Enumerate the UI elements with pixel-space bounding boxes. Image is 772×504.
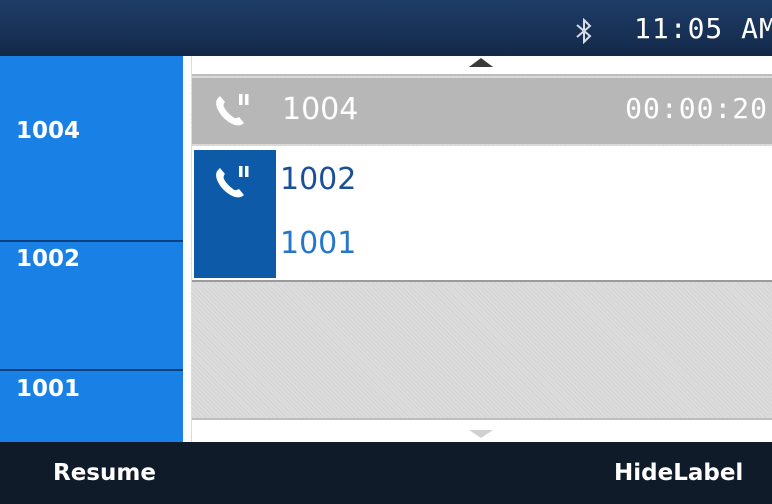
line-key-label: 1001 xyxy=(16,376,81,402)
line-key-label: 1002 xyxy=(16,246,81,272)
phone-call-icon xyxy=(216,166,249,198)
held-call-row[interactable]: 1004 00:00:20 xyxy=(192,78,772,144)
line-key-label: 1004 xyxy=(16,118,81,144)
held-call-number: 1004 xyxy=(282,92,359,127)
active-call-number: 1001 xyxy=(280,226,357,261)
line-key-1001[interactable]: 1001 xyxy=(0,314,183,442)
line-key-panel: 1004 1002 1001 xyxy=(0,56,183,442)
call-list-frame xyxy=(183,56,191,442)
status-time: 11:05 AM xyxy=(634,12,772,45)
resume-button[interactable]: Resume xyxy=(53,460,156,486)
call-duration: 00:00:20 xyxy=(625,92,768,125)
phone-call-icon xyxy=(216,94,249,126)
bluetooth-icon xyxy=(576,18,592,44)
active-call-icon-box xyxy=(194,150,276,278)
status-bar: 11:05 AM xyxy=(0,0,772,56)
active-call-row[interactable]: 1002 1001 xyxy=(192,146,772,282)
line-key-1002[interactable]: 1002 xyxy=(0,184,183,312)
hide-label-button[interactable]: HideLabel xyxy=(614,460,743,486)
line-key-1004[interactable]: 1004 xyxy=(0,56,183,184)
scroll-up-arrow-icon[interactable] xyxy=(469,58,493,67)
active-call-number: 1002 xyxy=(280,162,357,197)
softkey-bar: Resume HideLabel xyxy=(0,442,772,504)
scroll-down-arrow-icon[interactable] xyxy=(469,430,493,438)
